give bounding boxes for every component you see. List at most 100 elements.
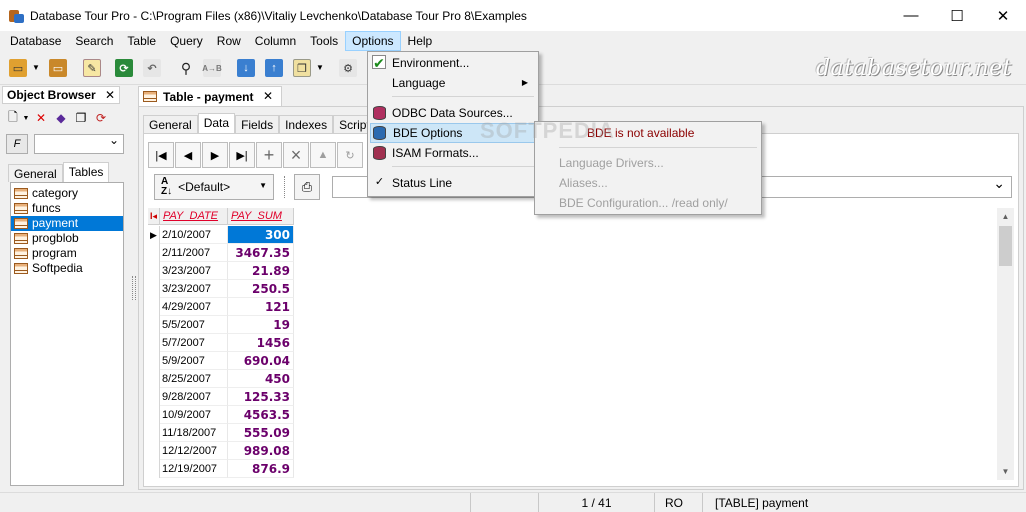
table-row[interactable]: 3/23/2007 21.89 <box>148 262 294 280</box>
table-row[interactable]: 4/29/2007 121 <box>148 298 294 316</box>
menu-item-status-line[interactable]: ✓ Status Line <box>370 173 536 193</box>
cell-pay-sum[interactable]: 21.89 <box>228 262 294 280</box>
cell-pay-sum[interactable]: 121 <box>228 298 294 316</box>
cell-pay-sum[interactable]: 989.08 <box>228 442 294 460</box>
cell-pay-date[interactable]: 12/19/2007 <box>160 460 228 478</box>
menu-table[interactable]: Table <box>120 31 163 51</box>
cell-pay-sum[interactable]: 690.04 <box>228 352 294 370</box>
table-row[interactable]: 12/12/2007 989.08 <box>148 442 294 460</box>
cell-pay-date[interactable]: 2/10/2007 <box>160 226 228 244</box>
object-filter-select[interactable] <box>34 133 124 154</box>
menu-options[interactable]: Options <box>345 31 401 51</box>
table-row[interactable]: 5/7/2007 1456 <box>148 334 294 352</box>
table-item-progblob[interactable]: progblob <box>11 231 123 246</box>
cell-pay-date[interactable]: 4/29/2007 <box>160 298 228 316</box>
table-row[interactable]: 9/28/2007 125.33 <box>148 388 294 406</box>
cell-pay-date[interactable]: 3/23/2007 <box>160 262 228 280</box>
table-item-softpedia[interactable]: Softpedia <box>11 261 123 276</box>
cell-pay-date[interactable]: 9/28/2007 <box>160 388 228 406</box>
menu-item-odbc[interactable]: ODBC Data Sources... <box>370 103 536 123</box>
table-item-payment[interactable]: payment <box>11 216 123 231</box>
cell-pay-sum[interactable]: 555.09 <box>228 424 294 442</box>
cell-pay-sum[interactable]: 876.9 <box>228 460 294 478</box>
table-row[interactable]: 11/18/2007 555.09 <box>148 424 294 442</box>
panel-splitter[interactable] <box>132 276 136 300</box>
cell-pay-sum[interactable]: 250.5 <box>228 280 294 298</box>
scroll-down-icon[interactable]: ▼ <box>997 463 1014 480</box>
document-close-icon[interactable]: ✕ <box>263 89 273 103</box>
scroll-up-icon[interactable]: ▲ <box>997 208 1014 225</box>
menu-item-language[interactable]: Language ▶ <box>370 73 536 93</box>
table-item-program[interactable]: program <box>11 246 123 261</box>
cell-pay-date[interactable]: 5/9/2007 <box>160 352 228 370</box>
delete-record-icon[interactable]: × <box>283 142 309 168</box>
menu-tools[interactable]: Tools <box>303 31 345 51</box>
new-object-icon[interactable]: 🗋 <box>4 108 22 128</box>
menu-item-language-drivers[interactable]: Language Drivers... <box>537 153 759 173</box>
insert-record-icon[interactable]: + <box>256 142 282 168</box>
edit-record-icon[interactable]: ▲ <box>310 142 336 168</box>
minimize-button[interactable]: — <box>888 0 934 31</box>
replace-icon[interactable]: A→B <box>200 56 224 80</box>
menu-item-bde-configuration[interactable]: BDE Configuration... /read only/ <box>537 193 759 213</box>
cell-pay-date[interactable]: 12/12/2007 <box>160 442 228 460</box>
menu-item-aliases[interactable]: Aliases... <box>537 173 759 193</box>
document-tab-payment[interactable]: Table - payment ✕ <box>138 86 282 106</box>
tab-data[interactable]: Data <box>197 113 236 133</box>
cell-pay-sum[interactable]: 4563.5 <box>228 406 294 424</box>
table-row[interactable]: 5/9/2007 690.04 <box>148 352 294 370</box>
cell-pay-sum[interactable]: 1456 <box>228 334 294 352</box>
next-record-icon[interactable]: ▶ <box>202 142 228 168</box>
tab-indexes[interactable]: Indexes <box>279 115 334 133</box>
sort-order-combo[interactable]: A Z↓ <Default> ▼ <box>154 174 274 200</box>
table-item-category[interactable]: category <box>11 186 123 201</box>
menu-search[interactable]: Search <box>68 31 120 51</box>
cell-pay-sum[interactable]: 19 <box>228 316 294 334</box>
cell-pay-date[interactable]: 5/7/2007 <box>160 334 228 352</box>
open-dropdown-icon[interactable]: ▼ <box>32 59 40 77</box>
delete-object-icon[interactable]: ✕ <box>32 108 50 128</box>
scroll-thumb[interactable] <box>999 226 1012 266</box>
close-button[interactable]: ✕ <box>980 0 1026 31</box>
grid-vertical-scrollbar[interactable]: ▲ ▼ <box>997 208 1014 480</box>
table-row[interactable]: 2/11/2007 3467.35 <box>148 244 294 262</box>
cell-pay-date[interactable]: 3/23/2007 <box>160 280 228 298</box>
first-record-icon[interactable]: |◀ <box>148 142 174 168</box>
cell-pay-sum[interactable]: 450 <box>228 370 294 388</box>
column-header-pay-date[interactable]: PAY_DATE <box>160 208 228 225</box>
refresh-objects-icon[interactable]: ⟳ <box>92 108 110 128</box>
ob-tab-tables[interactable]: Tables <box>62 162 110 182</box>
export-icon[interactable]: ↑ <box>262 56 286 80</box>
prior-record-icon[interactable]: ◀ <box>175 142 201 168</box>
edit-document-icon[interactable]: ✎ <box>80 56 104 80</box>
table-row[interactable]: ▶ 2/10/2007 300 <box>148 226 294 244</box>
binoculars-icon[interactable]: ⚲ <box>174 56 198 80</box>
filter-records-button[interactable]: ⎙ <box>294 174 320 200</box>
tab-general[interactable]: General <box>143 115 198 133</box>
menu-row[interactable]: Row <box>210 31 248 51</box>
filter-function-button[interactable]: F <box>6 134 28 154</box>
table-row[interactable]: 3/23/2007 250.5 <box>148 280 294 298</box>
last-record-icon[interactable]: ▶| <box>229 142 255 168</box>
undo-icon[interactable]: ↶ <box>140 56 164 80</box>
open-folder-icon[interactable]: ▭ <box>46 56 70 80</box>
ob-tab-general[interactable]: General <box>8 164 63 182</box>
cell-pay-date[interactable]: 5/5/2007 <box>160 316 228 334</box>
menu-help[interactable]: Help <box>401 31 440 51</box>
new-dropdown-icon[interactable]: ▼ <box>22 108 30 128</box>
cell-pay-date[interactable]: 10/9/2007 <box>160 406 228 424</box>
table-row[interactable]: 10/9/2007 4563.5 <box>148 406 294 424</box>
maximize-button[interactable]: ☐ <box>934 0 980 31</box>
refresh-db-icon[interactable]: ⟳ <box>112 56 136 80</box>
cell-pay-date[interactable]: 2/11/2007 <box>160 244 228 262</box>
copy-dropdown-icon[interactable]: ▼ <box>316 59 324 77</box>
objects-icon[interactable]: ◆ <box>52 108 70 128</box>
table-row[interactable]: 5/5/2007 19 <box>148 316 294 334</box>
tab-fields[interactable]: Fields <box>235 115 280 133</box>
table-row[interactable]: 8/25/2007 450 <box>148 370 294 388</box>
cell-pay-sum[interactable]: 3467.35 <box>228 244 294 262</box>
cell-pay-date[interactable]: 8/25/2007 <box>160 370 228 388</box>
cell-pay-sum[interactable]: 300 <box>228 226 294 244</box>
menu-item-bde-options[interactable]: BDE Options <box>370 123 536 143</box>
cell-pay-sum[interactable]: 125.33 <box>228 388 294 406</box>
